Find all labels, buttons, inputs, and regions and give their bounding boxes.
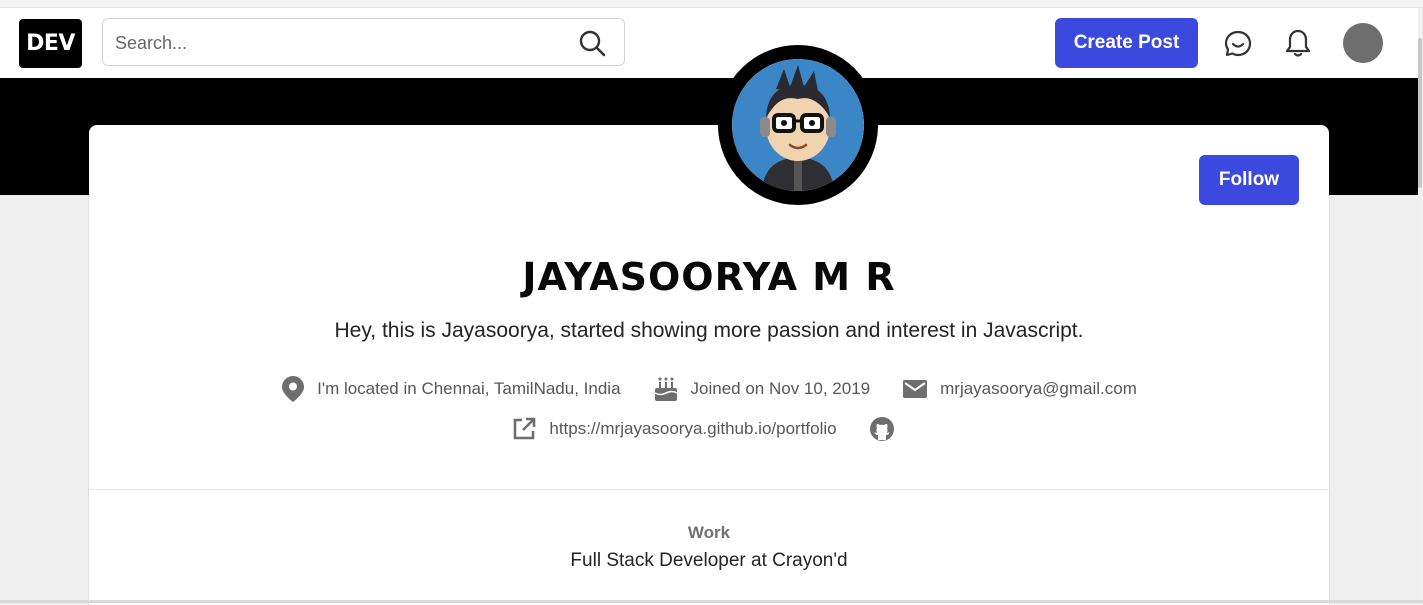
search-box: [102, 18, 625, 67]
search-input[interactable]: [113, 19, 567, 67]
joined-item: Joined on Nov 10, 2019: [653, 376, 871, 402]
user-avatar[interactable]: [1343, 23, 1383, 63]
website-item[interactable]: https://mrjayasoorya.github.io/portfolio: [511, 416, 837, 442]
profile-avatar: [718, 45, 878, 205]
top-navbar: DEV Create Post: [0, 8, 1418, 78]
scrollbar[interactable]: [1418, 8, 1423, 603]
chat-icon[interactable]: [1222, 28, 1254, 60]
joined-text: Joined on Nov 10, 2019: [690, 379, 871, 398]
external-link-icon: [514, 417, 536, 440]
profile-name: JAYASOORYA M R: [522, 255, 896, 299]
website-link[interactable]: https://mrjayasoorya.github.io/portfolio: [549, 419, 836, 439]
profile-card: Follow JAYASOORYA M R Hey, this is Jayas…: [89, 45, 1329, 605]
github-item[interactable]: [869, 416, 907, 442]
email-link[interactable]: mrjayasoorya@gmail.com: [940, 379, 1137, 399]
location-pin-icon: [282, 376, 305, 402]
create-post-button[interactable]: Create Post: [1055, 18, 1198, 68]
email-item[interactable]: mrjayasoorya@gmail.com: [902, 378, 1137, 400]
avatar-image: [732, 59, 864, 191]
work-label: Work: [687, 523, 731, 542]
card-divider: [89, 489, 1329, 490]
work-value: Full Stack Developer at Crayon'd: [570, 550, 848, 571]
location-item: I'm located in Chennai, TamilNadu, India: [281, 375, 621, 403]
browser-top-edge: [0, 0, 1423, 8]
search-icon[interactable]: [578, 29, 606, 57]
scrollbar-thumb[interactable]: [1418, 38, 1422, 188]
follow-button[interactable]: Follow: [1199, 155, 1299, 205]
bell-icon[interactable]: [1282, 27, 1314, 59]
profile-bio: Hey, this is Jayasoorya, started showing…: [334, 319, 1084, 342]
mail-icon: [903, 380, 928, 398]
cake-icon: [654, 377, 677, 401]
github-icon[interactable]: [869, 416, 895, 442]
location-text: I'm located in Chennai, TamilNadu, India: [317, 379, 621, 398]
profile-meta-row: I'm located in Chennai, TamilNadu, India…: [89, 375, 1329, 403]
dev-logo[interactable]: DEV: [19, 19, 82, 68]
profile-links-row: https://mrjayasoorya.github.io/portfolio: [89, 416, 1329, 442]
